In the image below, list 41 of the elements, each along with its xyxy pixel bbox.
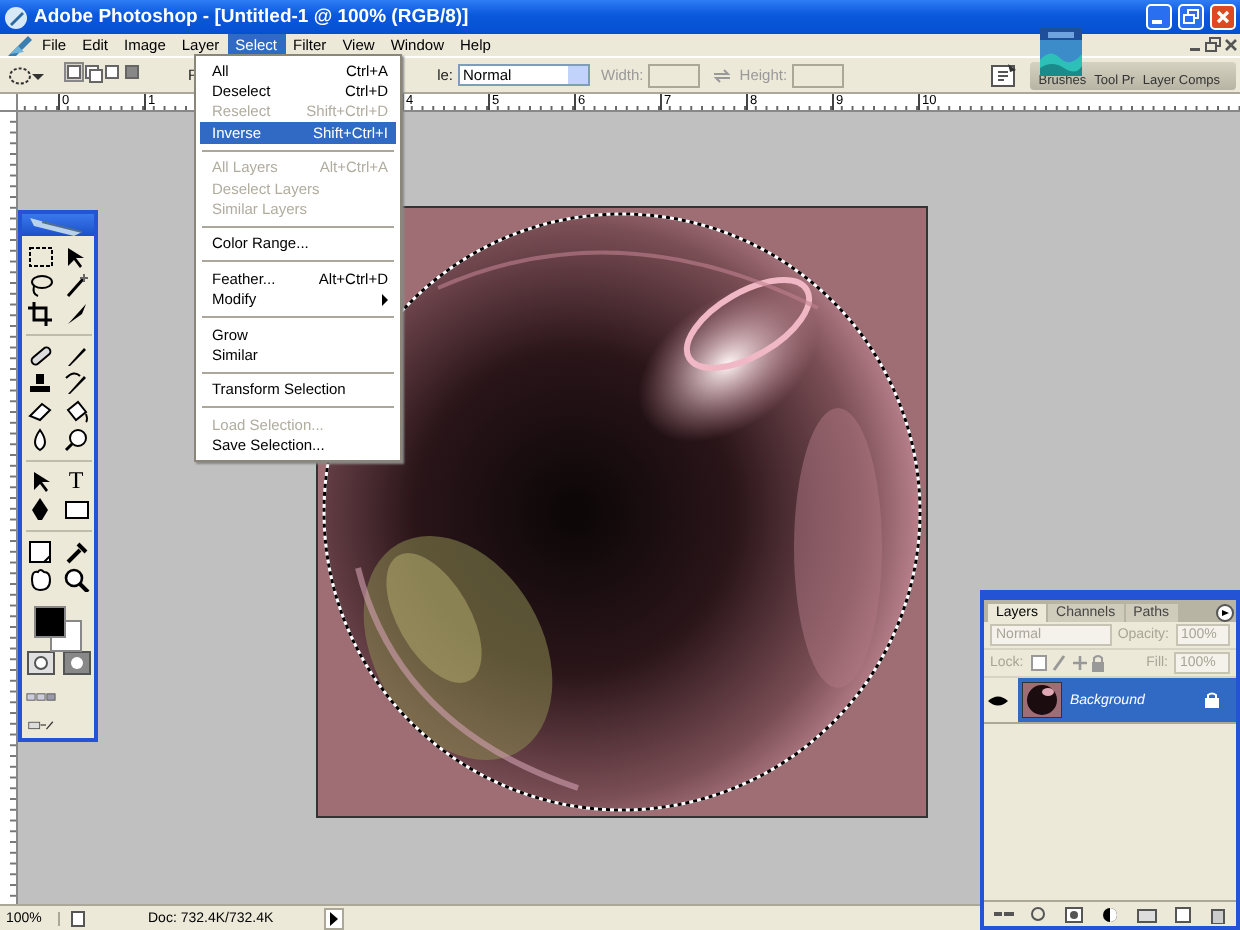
layer-thumbnail xyxy=(1022,682,1062,718)
document-icon[interactable] xyxy=(68,909,88,927)
eye-icon[interactable] xyxy=(988,693,1008,707)
restore-doc-icon[interactable] xyxy=(1204,36,1222,54)
selection-mode-icons[interactable] xyxy=(64,62,140,84)
close-doc-icon[interactable] xyxy=(1222,36,1240,54)
note-icon[interactable] xyxy=(25,538,55,564)
marquee-icon[interactable] xyxy=(25,244,55,270)
eraser-icon[interactable] xyxy=(25,398,55,424)
bucket-icon[interactable] xyxy=(61,398,91,424)
quick-mask-icon[interactable] xyxy=(61,650,91,676)
window-title: Adobe Photoshop - [Untitled-1 @ 100% (RGB/8)] xyxy=(34,6,471,28)
type-tool-glyph[interactable]: T xyxy=(61,468,91,494)
crop-icon[interactable] xyxy=(25,300,55,326)
color-swatches[interactable] xyxy=(28,602,88,646)
close-button[interactable] xyxy=(1210,4,1236,30)
height-field[interactable] xyxy=(791,63,844,87)
menu-arrow-button[interactable] xyxy=(324,907,344,929)
lock-options-icons[interactable] xyxy=(1029,654,1106,672)
lasso-icon[interactable] xyxy=(25,272,55,298)
standard-mode-icon[interactable] xyxy=(25,650,55,676)
mask-icon[interactable] xyxy=(1063,905,1085,923)
palette-browser-icon[interactable] xyxy=(990,61,1019,89)
width-field[interactable] xyxy=(647,63,700,87)
ellipse-marquee-icon[interactable] xyxy=(8,65,32,85)
panel-menu-icon[interactable] xyxy=(1216,604,1234,622)
new-layer-icon[interactable] xyxy=(1171,905,1193,923)
app-icon xyxy=(4,5,28,29)
minimize-button[interactable] xyxy=(1146,4,1172,30)
rectangle-icon[interactable] xyxy=(61,496,91,522)
style-fx-icon[interactable] xyxy=(1027,905,1049,923)
stamp-icon[interactable] xyxy=(25,370,55,396)
restore-button[interactable] xyxy=(1178,4,1204,30)
magnifier-icon[interactable] xyxy=(61,566,91,592)
caret-icon[interactable] xyxy=(32,69,44,81)
history-brush-icon[interactable] xyxy=(61,370,91,396)
adjustment-icon[interactable] xyxy=(1099,905,1121,923)
wand-icon[interactable] xyxy=(61,272,91,298)
folder-icon[interactable] xyxy=(1135,905,1157,923)
eyedropper-icon[interactable] xyxy=(61,538,91,564)
hand-icon[interactable] xyxy=(25,566,55,592)
